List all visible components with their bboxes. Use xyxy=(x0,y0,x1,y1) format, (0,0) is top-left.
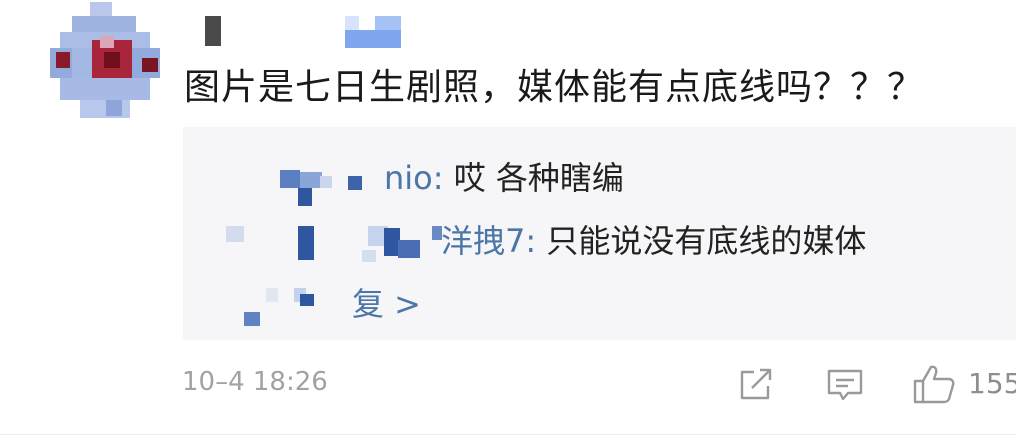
reply-author[interactable]: 洋拽7: xyxy=(441,222,536,260)
reply-item[interactable]: 洋拽7: 只能说没有底线的媒体 xyxy=(441,216,866,262)
comment-card: 图片是七日生剧照，媒体能有点底线吗？？？ nio: 哎 各种瞎编 洋拽7: 只能… xyxy=(0,0,1016,446)
username[interactable] xyxy=(205,16,405,50)
comment-timestamp: 10–4 18:26 xyxy=(182,367,328,397)
reply-author[interactable]: nio: xyxy=(384,159,444,197)
share-icon[interactable] xyxy=(738,366,774,402)
thumbs-up-icon[interactable] xyxy=(912,362,956,406)
reply-item[interactable]: nio: 哎 各种瞎编 xyxy=(384,153,624,199)
like-count: 155 xyxy=(968,367,1016,400)
comment-text: 图片是七日生剧照，媒体能有点底线吗？？？ xyxy=(184,67,925,108)
view-more-replies-link[interactable]: 复 > xyxy=(352,279,421,325)
divider xyxy=(0,434,1016,435)
comment-icon[interactable] xyxy=(826,366,864,404)
reply-text: 哎 各种瞎编 xyxy=(453,159,624,197)
reply-text: 只能说没有底线的媒体 xyxy=(546,222,867,260)
avatar[interactable] xyxy=(50,2,160,118)
